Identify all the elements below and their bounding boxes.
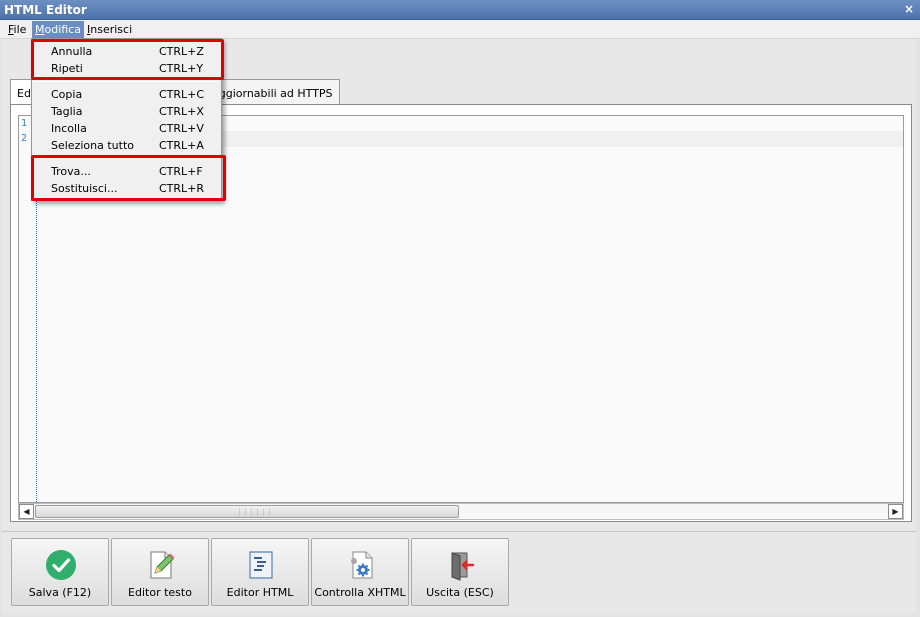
menu-item-seleziona-tutto[interactable]: Seleziona tutto CTRL+A bbox=[32, 137, 221, 154]
html-editor-button-label: Editor HTML bbox=[226, 586, 294, 599]
grip-icon: ⋮⋮⋮⋮⋮⋮ bbox=[236, 508, 273, 516]
scroll-left-icon[interactable]: ◀ bbox=[19, 504, 34, 519]
gear-document-icon bbox=[351, 551, 373, 579]
close-icon[interactable]: × bbox=[904, 2, 914, 16]
menu-item-copia[interactable]: Copia CTRL+C bbox=[32, 86, 221, 103]
scroll-right-icon[interactable]: ▶ bbox=[888, 504, 903, 519]
highlight-box-find-replace bbox=[31, 155, 226, 201]
menu-inserisci[interactable]: Inserisci bbox=[84, 21, 135, 38]
menu-separator bbox=[34, 81, 219, 82]
menu-file[interactable]: File bbox=[5, 21, 29, 38]
exit-button-label: Uscita (ESC) bbox=[426, 586, 494, 599]
window-titlebar: HTML Editor × bbox=[0, 0, 920, 20]
tab-https[interactable]: aggiornabili ad HTTPS bbox=[205, 79, 340, 105]
bottom-toolbar: Salva (F12) Editor testo Editor HTML Con… bbox=[2, 531, 916, 613]
check-circle-icon bbox=[46, 550, 76, 580]
highlight-box-undo-redo bbox=[31, 39, 224, 80]
text-editor-button-label: Editor testo bbox=[128, 586, 192, 599]
html-editor-button[interactable]: Editor HTML bbox=[211, 538, 309, 606]
text-editor-button[interactable]: Editor testo bbox=[111, 538, 209, 606]
door-exit-icon bbox=[451, 552, 475, 581]
exit-button[interactable]: Uscita (ESC) bbox=[411, 538, 509, 606]
save-button[interactable]: Salva (F12) bbox=[11, 538, 109, 606]
code-document-icon bbox=[249, 551, 273, 579]
line-number: 2 bbox=[21, 133, 28, 144]
line-number: 1 bbox=[21, 118, 28, 129]
pencil-document-icon bbox=[150, 551, 175, 579]
window-title: HTML Editor bbox=[4, 3, 87, 17]
scroll-thumb[interactable]: ⋮⋮⋮⋮⋮⋮ bbox=[35, 505, 459, 518]
save-button-label: Salva (F12) bbox=[28, 586, 92, 599]
horizontal-scrollbar[interactable]: ◀ ⋮⋮⋮⋮⋮⋮ ▶ bbox=[18, 503, 904, 520]
check-xhtml-button-label: Controlla XHTML bbox=[314, 586, 406, 599]
menu-item-incolla[interactable]: Incolla CTRL+V bbox=[32, 120, 221, 137]
check-xhtml-button[interactable]: Controlla XHTML bbox=[311, 538, 409, 606]
menubar: File Modifica Inserisci bbox=[0, 20, 920, 39]
menu-item-taglia[interactable]: Taglia CTRL+X bbox=[32, 103, 221, 120]
menu-modifica[interactable]: Modifica bbox=[32, 21, 84, 38]
